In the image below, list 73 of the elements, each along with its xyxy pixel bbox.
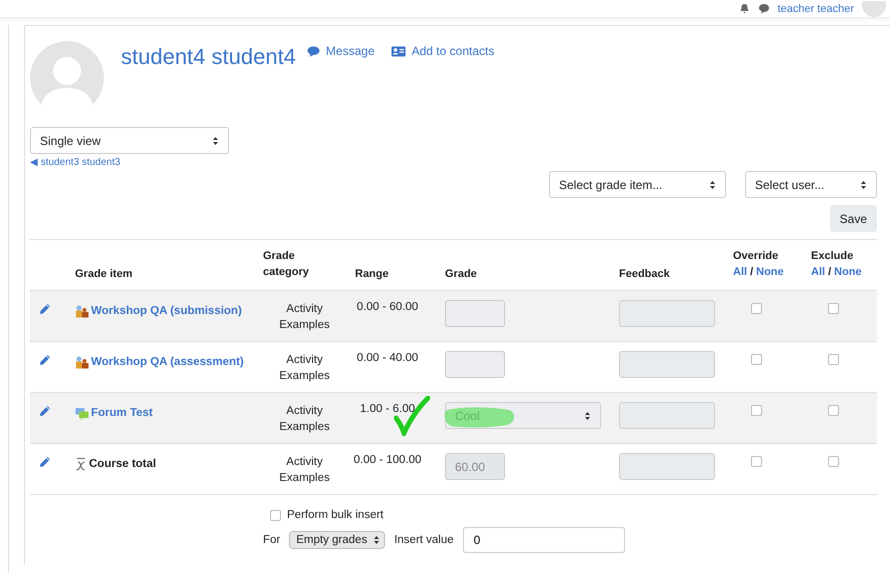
grade-field[interactable]: [445, 300, 505, 327]
feedback-field[interactable]: [619, 300, 715, 327]
column-header: Range: [355, 268, 389, 280]
table-cell: 1.00 - 6.00: [360, 403, 415, 415]
people-icon: [75, 356, 89, 368]
pencil-icon: [39, 456, 51, 468]
column-header: Override: [733, 249, 778, 264]
table-cell-text: Activity Examples: [278, 353, 331, 384]
grade-field[interactable]: [445, 351, 505, 378]
profile-action-link[interactable]: Message: [326, 44, 375, 58]
separator: /: [750, 265, 754, 280]
select-none-link[interactable]: None: [834, 264, 862, 280]
grade-item-select[interactable]: Select grade item...: [549, 171, 726, 198]
profile-name: student4 student4: [121, 44, 296, 70]
separator: /: [828, 265, 832, 280]
checkbox[interactable]: [750, 354, 762, 365]
table-cell-text: Activity Examples: [278, 302, 331, 333]
select-all-link[interactable]: All: [811, 264, 826, 280]
checkmark-drawing: [394, 396, 430, 436]
avatar-icon: [30, 41, 104, 109]
table-cell: 0.00 - 100.00: [354, 454, 422, 466]
mean-symbol-icon: [75, 457, 87, 471]
caret-icon: [373, 535, 380, 545]
select-all-link[interactable]: All: [733, 264, 748, 280]
feedback-field[interactable]: [619, 402, 715, 429]
checkbox[interactable]: [750, 405, 762, 416]
caret-icon: [212, 136, 219, 146]
column-header: Feedback: [619, 268, 670, 280]
chat-icon: [758, 3, 770, 14]
checkbox[interactable]: [828, 456, 839, 467]
bell-icon: [738, 3, 750, 14]
grade-item-link[interactable]: Workshop QA (assessment): [91, 356, 244, 368]
checkbox[interactable]: [270, 510, 281, 520]
table-cell: 0.00 - 40.00: [356, 352, 418, 364]
checkbox[interactable]: [828, 354, 839, 365]
previous-user-link[interactable]: ◀ student3 student3: [30, 156, 120, 168]
column-header: Grade item: [75, 268, 132, 280]
profile-action-link[interactable]: Add to contacts: [412, 44, 494, 58]
user-menu-link[interactable]: teacher teacher: [778, 2, 854, 14]
contact-card-icon: [390, 46, 406, 56]
pencil-icon: [39, 354, 51, 366]
speech-bubble-icon: [306, 46, 320, 56]
table-cell-text: Activity Examples: [278, 455, 331, 486]
field-label: For: [263, 534, 280, 546]
grade-item-link[interactable]: Workshop QA (submission): [91, 305, 242, 317]
checkbox[interactable]: [828, 303, 839, 314]
insert-value-field[interactable]: 0: [462, 527, 625, 553]
table-cell: 0.00 - 60.00: [356, 301, 418, 313]
pencil-icon: [39, 303, 51, 315]
select-none-link[interactable]: None: [756, 264, 784, 280]
checkbox[interactable]: [750, 456, 762, 467]
caret-icon: [584, 410, 591, 420]
column-header: Exclude: [811, 249, 854, 264]
grade-item-name: Course total: [89, 458, 156, 470]
checkbox[interactable]: [750, 303, 762, 314]
view-select[interactable]: Single view: [30, 127, 229, 154]
user-select[interactable]: Select user...: [745, 171, 877, 198]
people-icon: [75, 304, 89, 318]
pencil-icon: [39, 405, 51, 417]
column-header: Grade: [445, 268, 477, 280]
field-label: Insert value: [394, 534, 454, 546]
empty-grades-select[interactable]: Empty grades: [289, 531, 386, 549]
grade-item-link[interactable]: Forum Test: [91, 407, 153, 419]
caret-icon: [860, 180, 867, 190]
checkbox-label: Perform bulk insert: [287, 509, 384, 521]
column-header: Grade category: [263, 249, 310, 280]
caret-icon: [709, 180, 716, 190]
feedback-field[interactable]: [619, 453, 715, 480]
feedback-field[interactable]: [619, 351, 715, 378]
checkbox[interactable]: [828, 405, 839, 416]
chat-bubbles-icon: [75, 406, 89, 420]
save-button[interactable]: Save: [830, 205, 877, 232]
table-cell-text: Activity Examples: [278, 404, 331, 435]
